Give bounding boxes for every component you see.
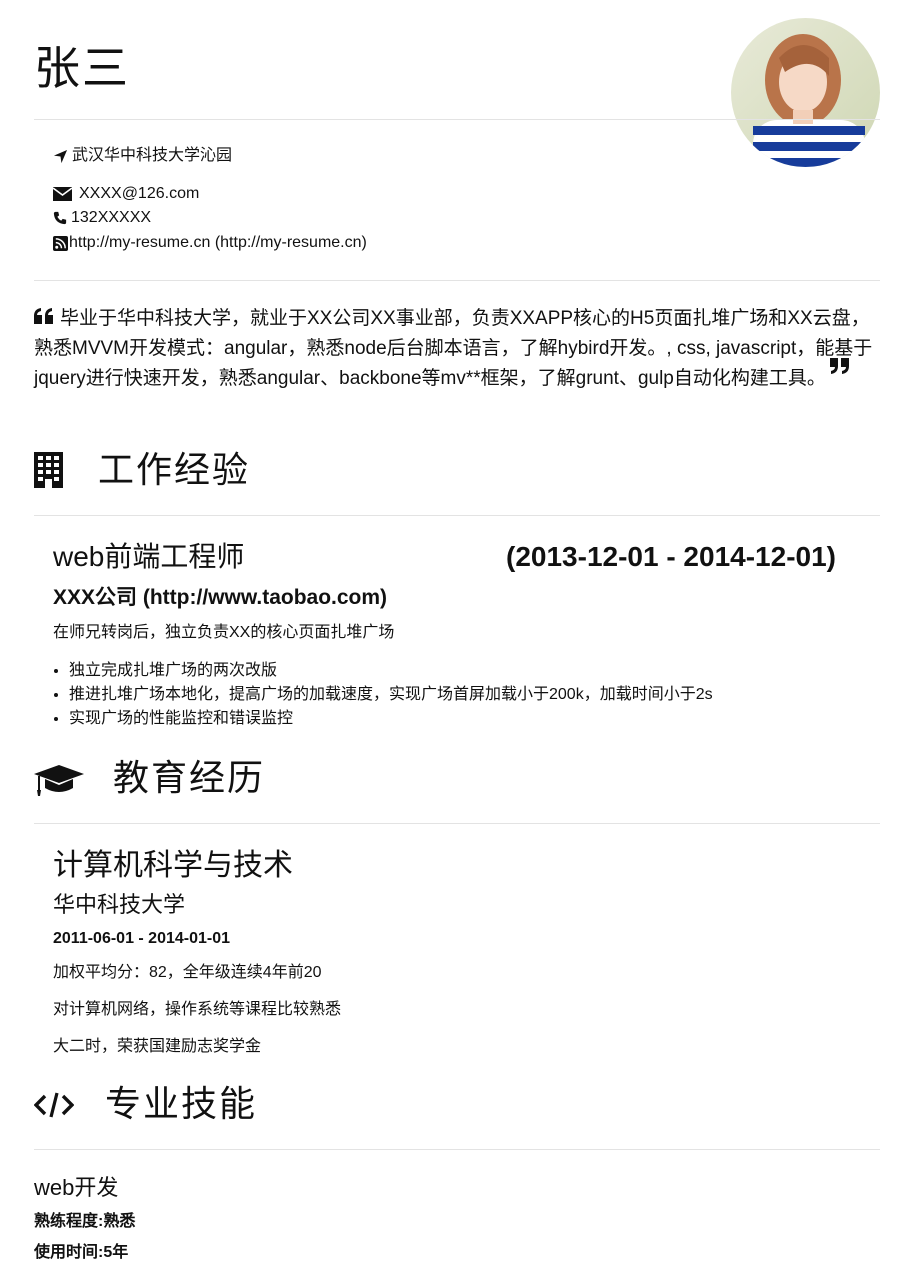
education-date: 2011-06-01 - 2014-01-01	[53, 930, 231, 947]
education-note: 加权平均分：82，全年级连续4年前20	[53, 964, 322, 981]
education-note: 对计算机网络，操作系统等课程比较熟悉	[53, 1001, 342, 1018]
phone-text: 132XXXXX	[71, 209, 152, 226]
skills-heading: 专业技能	[105, 1083, 258, 1124]
education-divider	[34, 823, 880, 824]
job-achievements: 独立完成扎堆广场的两次改版 推进扎堆广场本地化，提高广场的加载速度，实现广场首屏…	[51, 659, 713, 731]
quote-right-icon	[829, 358, 849, 374]
work-divider	[34, 515, 880, 516]
education-note: 大二时，荣获国建励志奖学金	[53, 1038, 262, 1055]
skill-name: web开发	[34, 1175, 119, 1200]
email-link[interactable]: XXXX@126.com	[79, 184, 199, 204]
rss-icon	[53, 235, 68, 251]
education-major: 计算机科学与技术	[53, 849, 293, 882]
location-arrow-icon	[53, 149, 68, 163]
education-heading: 教育经历	[113, 757, 266, 798]
company-link[interactable]: XXX公司 (http://www.taobao.com)	[53, 584, 387, 612]
website-line: http://my-resume.cn (http://my-resume.cn…	[53, 233, 367, 253]
job-date: (2013-12-01 - 2014-12-01)	[506, 541, 836, 572]
graduation-cap-icon	[34, 765, 84, 796]
location-text: 武汉华中科技大学沁园	[72, 147, 233, 164]
summary-text: 毕业于华中科技大学，就业于XX公司XX事业部，负责XXAPP核心的H5页面扎堆广…	[34, 308, 873, 389]
skill-level: 熟练程度:熟悉	[34, 1213, 136, 1230]
list-item: 独立完成扎堆广场的两次改版	[69, 659, 713, 683]
list-item: 实现广场的性能监控和错误监控	[69, 707, 713, 731]
resume-name: 张三	[34, 42, 130, 94]
education-school: 华中科技大学	[53, 892, 186, 917]
list-item: 推进扎堆广场本地化，提高广场的加载速度，实现广场首屏加载小于200k，加载时间小…	[69, 683, 713, 707]
header-divider	[34, 119, 880, 120]
quote-left-icon	[34, 308, 53, 324]
website-link[interactable]: http://my-resume.cn (http://my-resume.cn…	[69, 233, 367, 253]
job-description: 在师兄转岗后，独立负责XX的核心页面扎堆广场	[53, 624, 395, 641]
skill-years: 使用时间:5年	[34, 1244, 129, 1261]
work-heading: 工作经验	[98, 449, 251, 490]
job-title: web前端工程师	[53, 541, 245, 572]
avatar	[731, 18, 880, 167]
envelope-icon	[53, 187, 72, 201]
phone-icon	[53, 211, 67, 225]
email-line: XXXX@126.com	[53, 184, 199, 204]
code-icon	[34, 1092, 74, 1118]
avatar-photo	[731, 18, 880, 167]
building-icon	[34, 452, 63, 488]
phone-line: 132XXXXX	[53, 208, 151, 228]
summary-quote: 毕业于华中科技大学，就业于XX公司XX事业部，负责XXAPP核心的H5页面扎堆广…	[34, 304, 880, 394]
contact-divider	[34, 280, 880, 281]
skills-divider	[34, 1149, 880, 1150]
location-line: 武汉华中科技大学沁园	[53, 146, 232, 166]
